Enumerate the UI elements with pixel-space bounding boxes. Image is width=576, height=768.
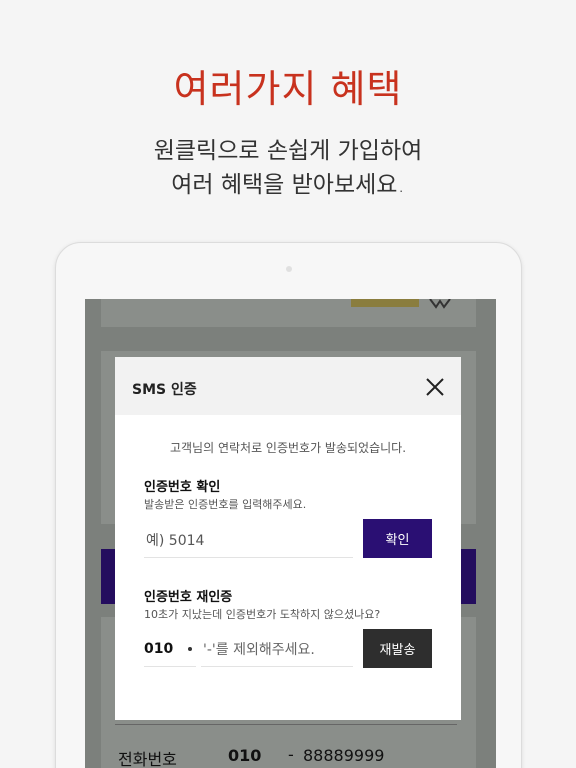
dot-separator-icon bbox=[188, 647, 192, 651]
resend-button[interactable]: 재발송 bbox=[363, 629, 432, 668]
sms-verification-modal: SMS 인증 고객님의 연락처로 인증번호가 발송되었습니다. 인증번호 확인 … bbox=[115, 357, 461, 720]
resend-section-description: 10초가 지났는데 인증번호가 도착하지 않으셨나요? bbox=[144, 608, 381, 621]
background-banner bbox=[351, 299, 419, 307]
background-phone-number: 88889999 bbox=[303, 746, 385, 765]
modal-title: SMS 인증 bbox=[132, 382, 197, 398]
confirm-button[interactable]: 확인 bbox=[363, 519, 432, 558]
sent-notice: 고객님의 연락처로 인증번호가 발송되었습니다. bbox=[169, 441, 407, 455]
background-phone-separator: - bbox=[288, 745, 294, 764]
promo-title: 여러가지 혜택 bbox=[173, 67, 403, 111]
verification-code-input[interactable] bbox=[144, 524, 353, 558]
phone-prefix-value: 010 bbox=[144, 641, 174, 657]
camera-icon bbox=[286, 266, 292, 272]
phone-number-input[interactable] bbox=[201, 633, 353, 667]
resend-section-title: 인증번호 재인증 bbox=[144, 590, 233, 605]
phone-prefix-select[interactable]: 010 bbox=[144, 633, 196, 667]
background-divider bbox=[115, 724, 457, 725]
verify-section-title: 인증번호 확인 bbox=[144, 480, 221, 495]
background-logo-icon bbox=[428, 299, 454, 309]
background-card-top bbox=[101, 299, 476, 327]
verify-section-description: 발송받은 인증번호를 입력해주세요. bbox=[144, 498, 307, 511]
close-icon[interactable] bbox=[421, 373, 449, 401]
background-phone-label: 전화번호 bbox=[118, 750, 177, 768]
background-phone-prefix: 010 bbox=[228, 746, 262, 765]
modal-header: SMS 인증 bbox=[115, 357, 461, 415]
promo-subtitle-line1: 원클릭으로 손쉽게 가입하여 bbox=[153, 138, 423, 164]
promo-subtitle: 원클릭으로 손쉽게 가입하여 여러 혜택을 받아보세요. bbox=[0, 134, 576, 202]
promo-subtitle-line2: 여러 혜택을 받아보세요. bbox=[171, 172, 405, 198]
